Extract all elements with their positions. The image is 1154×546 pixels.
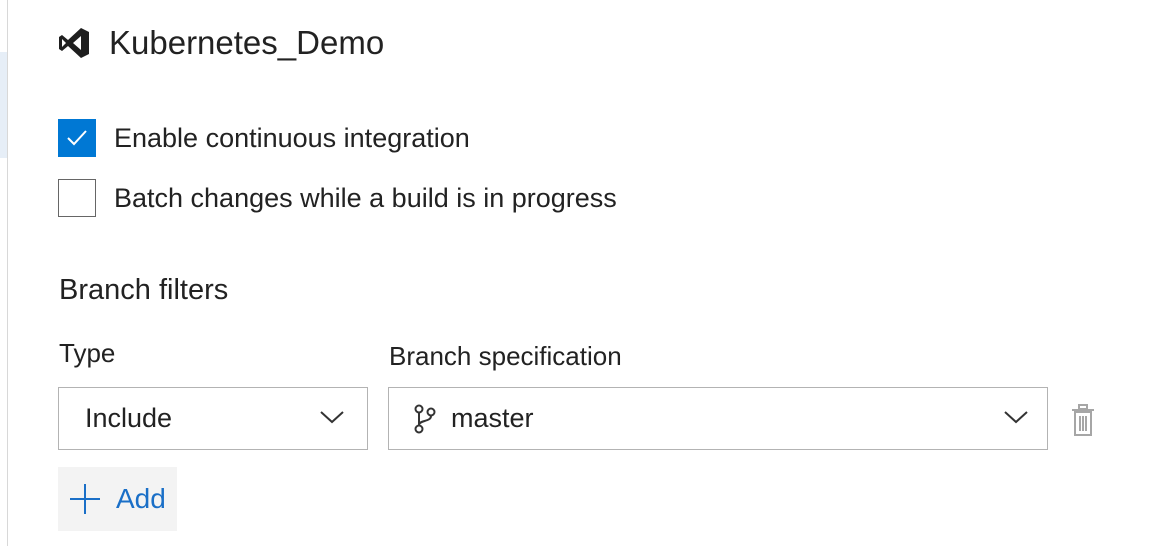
branch-spec-value: master <box>451 403 534 433</box>
add-filter-button[interactable]: Add <box>58 467 177 531</box>
type-dropdown[interactable]: Include <box>58 387 368 450</box>
batch-changes-option[interactable]: Batch changes while a build is in progre… <box>58 179 617 217</box>
enable-ci-checkbox[interactable] <box>58 119 96 157</box>
checkmark-icon <box>67 130 87 146</box>
type-dropdown-value: Include <box>85 403 173 433</box>
add-filter-label: Add <box>116 483 166 514</box>
visual-studio-icon <box>59 28 89 58</box>
branch-icon <box>414 404 436 433</box>
branch-filters-heading: Branch filters <box>59 274 229 306</box>
branch-spec-label: Branch specification <box>389 341 622 371</box>
chevron-down-icon <box>320 411 344 424</box>
page-header: Kubernetes_Demo <box>57 17 384 69</box>
batch-changes-label: Batch changes while a build is in progre… <box>114 182 617 213</box>
chevron-down-icon <box>1004 411 1028 424</box>
delete-icon[interactable] <box>1069 403 1097 437</box>
page-title: Kubernetes_Demo <box>109 24 385 61</box>
type-label: Type <box>59 338 116 368</box>
enable-ci-option[interactable]: Enable continuous integration <box>58 119 470 157</box>
left-panel-selected-item[interactable] <box>0 52 7 158</box>
plus-icon <box>70 484 100 514</box>
batch-changes-checkbox[interactable] <box>58 179 96 217</box>
enable-ci-label: Enable continuous integration <box>114 122 470 153</box>
branch-spec-dropdown[interactable]: master <box>388 387 1048 450</box>
